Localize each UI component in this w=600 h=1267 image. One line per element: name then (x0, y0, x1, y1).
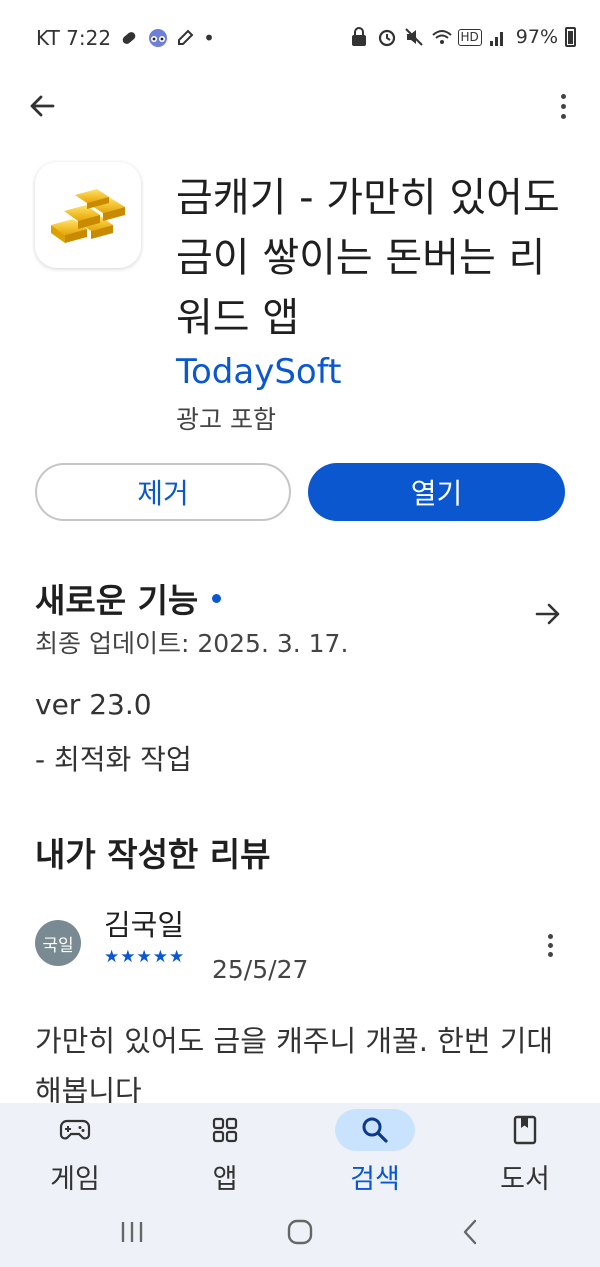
more-notifications-dot: • (203, 26, 215, 50)
my-review-title: 내가 작성한 리뷰 (35, 835, 271, 874)
more-options-button[interactable] (548, 86, 578, 126)
whats-new-header[interactable]: 새로운 기능 (35, 574, 222, 622)
new-indicator-dot (212, 593, 222, 603)
review-text: 가만히 있어도 금을 캐주니 개꿀. 한번 기대해봅니다 (35, 1024, 554, 1108)
whats-new-arrow-button[interactable] (530, 596, 566, 632)
arrow-forward-icon (535, 603, 560, 625)
more-vert-icon (560, 93, 566, 99)
book-icon (513, 1115, 537, 1145)
last-updated: 최종 업데이트: 2025. 3. 17. (35, 629, 349, 658)
version-text: ver 23.0 (35, 688, 152, 721)
hd-voice-icon: HD (457, 28, 482, 46)
mute-icon (404, 27, 424, 47)
avatar: 국일 (35, 920, 81, 966)
nav-books[interactable]: 도서 (450, 1103, 600, 1203)
wifi-icon (431, 27, 452, 47)
back-button[interactable] (22, 86, 62, 126)
status-left: KT 7:22 • (36, 26, 215, 50)
recent-apps-icon (121, 1222, 143, 1242)
app-title: 금캐기 - 가만히 있어도 금이 쌓이는 돈버는 리워드 앱 (176, 175, 560, 341)
whats-new-title: 새로운 기능 (35, 581, 199, 620)
app-notification-icon (147, 28, 168, 48)
battery-icon (565, 27, 576, 47)
top-app-bar (0, 78, 600, 134)
more-vert-icon (547, 933, 553, 939)
pill-notification-icon (119, 28, 139, 48)
signal-icon (489, 27, 509, 47)
edit-notification-icon (175, 28, 195, 48)
nav-label: 도서 (500, 1164, 550, 1195)
battery-percent: 97% (515, 26, 558, 48)
contains-ads-label: 광고 포함 (176, 405, 276, 434)
status-bar: KT 7:22 • HD 97% (0, 0, 600, 76)
star-rating: ★★★★★ (104, 947, 186, 967)
open-button[interactable]: 열기 (308, 463, 565, 521)
review-date: 25/5/27 (212, 955, 309, 984)
lock-icon (350, 27, 370, 47)
uninstall-button[interactable]: 제거 (35, 463, 291, 521)
nav-search[interactable]: 검색 (300, 1103, 450, 1203)
nav-apps[interactable]: 앱 (150, 1103, 300, 1203)
chevron-left-icon (463, 1219, 477, 1245)
nav-label: 게임 (50, 1164, 100, 1195)
nav-label: 검색 (350, 1164, 400, 1195)
gold-bars-icon (35, 162, 141, 268)
developer-link[interactable]: TodaySoft (176, 352, 341, 392)
alarm-icon (377, 27, 397, 47)
changelog-text: - 최적화 작업 (35, 743, 192, 776)
nav-label: 앱 (212, 1164, 238, 1195)
gamepad-icon (59, 1119, 91, 1140)
system-back-button[interactable] (448, 1212, 492, 1252)
recent-apps-button[interactable] (110, 1212, 154, 1252)
home-button[interactable] (278, 1212, 322, 1252)
back-arrow-icon (30, 95, 55, 117)
status-right: HD 97% (350, 26, 576, 48)
review-options-button[interactable] (540, 929, 560, 961)
carrier-time: KT 7:22 (36, 26, 112, 50)
search-icon (362, 1117, 388, 1143)
nav-games[interactable]: 게임 (0, 1103, 150, 1203)
apps-grid-icon (212, 1117, 238, 1143)
reviewer-name: 김국일 (104, 908, 185, 942)
home-icon (287, 1219, 313, 1245)
system-navigation-bar (0, 1200, 600, 1267)
